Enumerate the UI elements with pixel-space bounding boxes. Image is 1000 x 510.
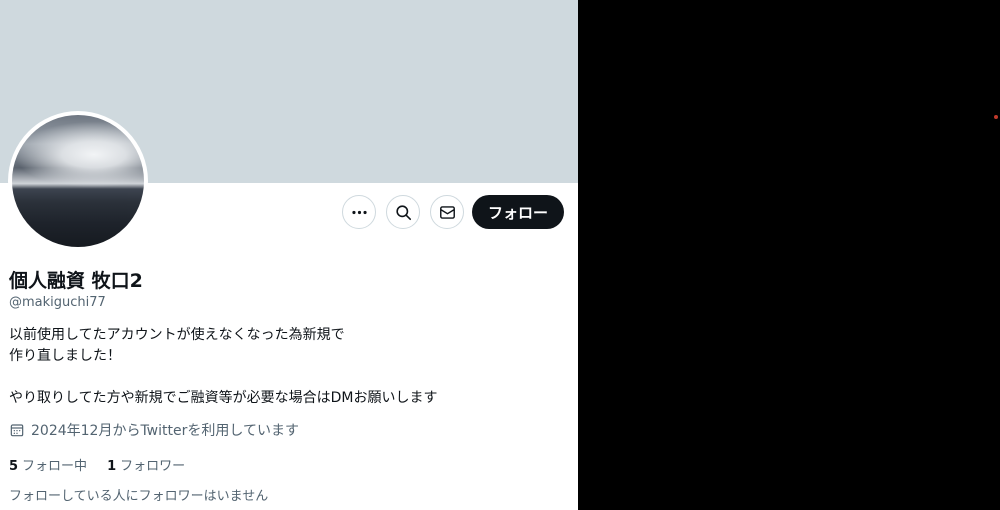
envelope-icon <box>439 205 455 219</box>
bio-line: やり取りしてた方や新規でご融資等が必要な場合はDMお願いします <box>9 390 438 406</box>
search-button[interactable] <box>386 195 420 229</box>
bio-line: 以前使用してたアカウントが使えなくなった為新規で <box>9 327 345 343</box>
followers-label: フォロワー <box>120 459 186 474</box>
avatar-image <box>12 115 144 247</box>
following-count: 5 <box>9 459 19 474</box>
more-horizontal-icon <box>351 210 367 214</box>
display-name: 個人融資 牧口2 <box>9 270 143 292</box>
following-link[interactable]: 5 フォロー中 <box>9 455 87 474</box>
message-button[interactable] <box>430 195 464 229</box>
avatar[interactable] <box>8 111 148 251</box>
red-dot <box>994 115 998 119</box>
more-button[interactable] <box>342 195 376 229</box>
known-followers-note: フォローしている人にフォロワーはいません <box>9 489 269 504</box>
following-label: フォロー中 <box>22 459 88 474</box>
bio: 以前使用してたアカウントが使えなくなった為新規で 作り直しました！ やり取りして… <box>9 325 437 409</box>
handle: @makiguchi77 <box>9 295 106 310</box>
join-date-text: 2024年12月からTwitterを利用しています <box>31 423 299 439</box>
bio-spacer <box>9 367 437 388</box>
followers-link[interactable]: 1 フォロワー <box>107 455 185 474</box>
followers-count: 1 <box>107 459 117 474</box>
profile-panel: フォロー 個人融資 牧口2 @makiguchi77 以前使用してたアカウントが… <box>0 0 578 510</box>
bio-line: 作り直しました！ <box>9 348 121 364</box>
join-date: 2024年12月からTwitterを利用しています <box>9 420 299 440</box>
calendar-icon <box>10 424 24 437</box>
follow-stats: 5 フォロー中 1 フォロワー <box>9 455 205 474</box>
search-icon <box>395 204 411 220</box>
follow-button[interactable]: フォロー <box>472 195 564 229</box>
